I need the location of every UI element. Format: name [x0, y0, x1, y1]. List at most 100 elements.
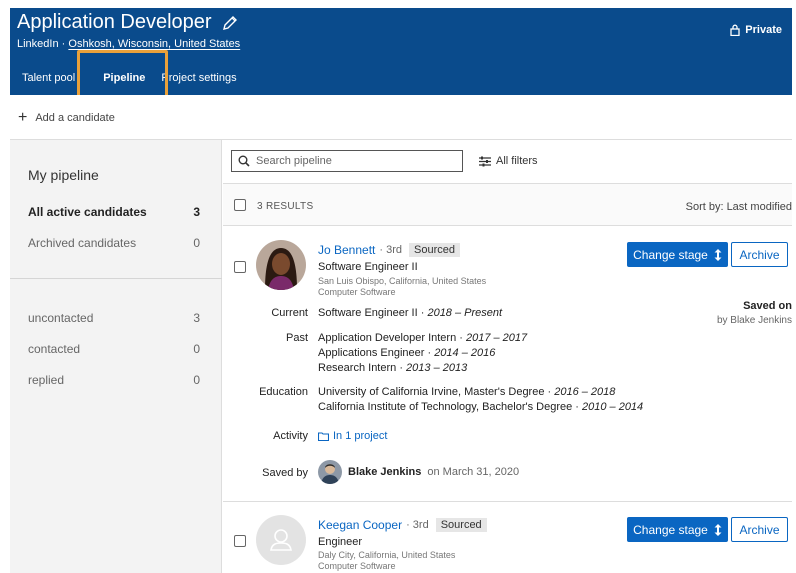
- candidate-name-row: Keegan Cooper · 3rd Sourced: [318, 518, 487, 532]
- past-position: Application Developer Intern · 2017 – 20…: [318, 332, 527, 344]
- activity-link[interactable]: In 1 project: [318, 430, 387, 442]
- past-position: Research Intern · 2013 – 2013: [318, 362, 467, 374]
- project-source: LinkedIn: [17, 38, 59, 50]
- position-dates: 2017 – 2017: [465, 332, 528, 344]
- archive-button[interactable]: Archive: [731, 242, 788, 267]
- results-count: 3 RESULTS: [257, 201, 314, 212]
- search-icon: [238, 155, 250, 167]
- activity-text: In 1 project: [333, 430, 388, 442]
- archive-button[interactable]: Archive: [731, 517, 788, 542]
- pencil-icon[interactable]: [222, 15, 238, 31]
- past-position: Applications Engineer · 2014 – 2016: [318, 347, 495, 359]
- candidate-photo-image: [256, 240, 306, 290]
- position-dates: 2018 – Present: [427, 307, 503, 319]
- change-stage-button[interactable]: Change stage: [627, 242, 728, 267]
- current-position: Software Engineer II · 2018 – Present: [318, 307, 502, 319]
- separator: ·: [61, 38, 66, 50]
- project-tabs: Talent pool Pipeline Project settings: [10, 68, 249, 97]
- change-stage-label: Change stage: [633, 522, 708, 537]
- results-bar: 3 RESULTS Sort by: Last modified: [223, 183, 792, 226]
- all-filters-label: All filters: [496, 155, 538, 167]
- lock-icon: [730, 24, 740, 36]
- person-icon: [270, 529, 292, 551]
- sidebar-item-count: 3: [193, 311, 200, 325]
- change-stage-label: Change stage: [633, 247, 708, 262]
- select-all-checkbox[interactable]: [234, 199, 246, 211]
- sliders-icon: [479, 156, 491, 166]
- pipeline-main: All filters 3 RESULTS Sort by: Last modi…: [223, 140, 792, 573]
- education-dates: 2010 – 2014: [582, 401, 644, 413]
- saver-avatar[interactable]: [318, 460, 342, 484]
- saver-name[interactable]: Blake Jenkins: [348, 466, 421, 478]
- saver-avatar-image: [318, 460, 342, 484]
- candidate-name[interactable]: Jo Bennett: [318, 243, 375, 257]
- project-location[interactable]: Oshkosh, Wisconsin, United States: [68, 38, 240, 50]
- candidate-card: Jo Bennett · 3rd Sourced Software Engine…: [223, 227, 792, 501]
- add-candidate-button[interactable]: + Add a candidate: [18, 109, 115, 127]
- candidate-photo[interactable]: [256, 240, 306, 290]
- candidate-checkbox[interactable]: [234, 535, 246, 547]
- sidebar-item-contacted[interactable]: contacted 0: [28, 342, 200, 356]
- position-title: Applications Engineer ·: [318, 347, 435, 359]
- tab-talent-pool[interactable]: Talent pool: [10, 68, 87, 88]
- sort-dropdown[interactable]: Sort by: Last modified: [686, 201, 792, 213]
- past-label: Past: [285, 332, 308, 344]
- candidate-headline: Engineer: [318, 536, 363, 548]
- folder-icon: [318, 431, 329, 441]
- tab-pipeline[interactable]: Pipeline: [91, 68, 157, 97]
- project-title: Application Developer: [17, 11, 212, 33]
- school-name: California Institute of Technology, Bach…: [318, 401, 582, 413]
- current-label: Current: [271, 307, 308, 319]
- privacy-label: Private: [745, 24, 782, 36]
- sidebar-item-label: replied: [28, 373, 65, 387]
- saved-by-label: Saved by: [262, 467, 308, 479]
- connection-degree: · 3rd: [406, 519, 429, 531]
- up-down-arrow-icon: [714, 523, 722, 536]
- sidebar-item-archived[interactable]: Archived candidates 0: [28, 236, 200, 250]
- candidate-name[interactable]: Keegan Cooper: [318, 518, 402, 532]
- sidebar-item-all-active[interactable]: All active candidates 3: [28, 205, 200, 219]
- sidebar-title: My pipeline: [28, 167, 99, 183]
- saved-by-info: Blake Jenkins on March 31, 2020: [318, 460, 519, 484]
- position-title: Research Intern ·: [318, 362, 407, 374]
- sidebar-item-count: 0: [193, 373, 200, 387]
- search-box[interactable]: [231, 150, 463, 172]
- sidebar-item-label: Archived candidates: [28, 236, 137, 250]
- candidate-location: Daly City, California, United States: [318, 550, 456, 560]
- education-label: Education: [259, 386, 308, 398]
- sidebar-item-label: uncontacted: [28, 311, 94, 325]
- candidate-name-row: Jo Bennett · 3rd Sourced: [318, 243, 460, 257]
- search-input[interactable]: [256, 155, 446, 167]
- sidebar-item-count: 3: [193, 205, 200, 219]
- status-badge: Sourced: [409, 243, 460, 257]
- candidate-card: Keegan Cooper · 3rd Sourced Engineer Dal…: [223, 501, 792, 573]
- sidebar-item-label: contacted: [28, 342, 81, 356]
- candidate-checkbox[interactable]: [234, 261, 246, 273]
- education-entry: University of California Irvine, Master'…: [318, 386, 615, 398]
- pipeline-sidebar: My pipeline All active candidates 3 Arch…: [10, 140, 222, 573]
- project-header: Application Developer LinkedIn · Oshkosh…: [10, 8, 792, 97]
- sidebar-item-label: All active candidates: [28, 205, 147, 219]
- project-title-row: Application Developer: [17, 11, 238, 34]
- education-dates: 2016 – 2018: [554, 386, 616, 398]
- add-candidate-label: Add a candidate: [35, 112, 115, 124]
- candidate-photo-placeholder[interactable]: [256, 515, 306, 565]
- up-down-arrow-icon: [714, 248, 722, 261]
- position-title: Application Developer Intern ·: [318, 332, 466, 344]
- all-filters-button[interactable]: All filters: [479, 155, 538, 167]
- sidebar-item-count: 0: [193, 342, 200, 356]
- saved-by-text: by Blake Jenkins: [716, 315, 792, 326]
- school-name: University of California Irvine, Master'…: [318, 386, 555, 398]
- position-title: Software Engineer II ·: [318, 307, 428, 319]
- sidebar-item-count: 0: [193, 236, 200, 250]
- sidebar-item-replied[interactable]: replied 0: [28, 373, 200, 387]
- sidebar-item-uncontacted[interactable]: uncontacted 3: [28, 311, 200, 325]
- change-stage-button[interactable]: Change stage: [627, 517, 728, 542]
- add-candidate-bar: + Add a candidate: [10, 95, 792, 140]
- activity-label: Activity: [273, 430, 308, 442]
- saved-date: on March 31, 2020: [427, 466, 520, 478]
- tab-project-settings[interactable]: Project settings: [149, 68, 248, 88]
- project-subtitle: LinkedIn · Oshkosh, Wisconsin, United St…: [17, 38, 240, 50]
- status-badge: Sourced: [435, 518, 487, 532]
- privacy-indicator[interactable]: Private: [730, 24, 782, 36]
